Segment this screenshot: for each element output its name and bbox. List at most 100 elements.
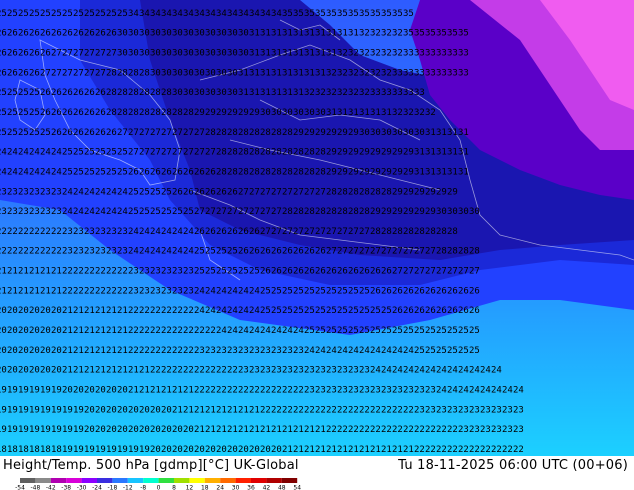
field-value: 23	[172, 286, 183, 296]
field-value: 22	[414, 445, 425, 455]
field-value: 25	[260, 286, 271, 296]
footer-bar: Height/Temp. 500 hPa [gdmp][°C] UK-Globa…	[0, 456, 634, 490]
field-value: 32	[381, 29, 392, 39]
field-value: 21	[62, 306, 73, 316]
field-value: 28	[238, 167, 249, 177]
field-value: 28	[370, 187, 381, 197]
field-value: 21	[62, 326, 73, 336]
field-value: 24	[205, 286, 216, 296]
field-value: 27	[84, 48, 95, 58]
field-value: 24	[370, 346, 381, 356]
field-value: 27	[172, 148, 183, 158]
field-value: 23	[326, 386, 337, 396]
field-value: 21	[183, 386, 194, 396]
field-value: 22	[348, 405, 359, 415]
field-value: 28	[260, 167, 271, 177]
field-value: 24	[216, 286, 227, 296]
field-value: 21	[73, 326, 84, 336]
field-value: 24	[0, 148, 7, 158]
field-value: 35	[337, 9, 348, 19]
field-value: 23	[18, 207, 29, 217]
field-value: 23	[458, 425, 469, 435]
weather-map[interactable]: 2525252525252525252525253434343434343434…	[0, 0, 634, 456]
field-value: 21	[40, 267, 51, 277]
field-value: 28	[205, 128, 216, 138]
field-value: 19	[62, 425, 73, 435]
field-value: 27	[216, 207, 227, 217]
field-value: 26	[139, 167, 150, 177]
field-value: 24	[106, 207, 117, 217]
field-value: 26	[392, 306, 403, 316]
field-value: 27	[128, 148, 139, 158]
field-value: 24	[403, 366, 414, 376]
field-value: 20	[150, 425, 161, 435]
field-value: 26	[40, 48, 51, 58]
field-value: 21	[117, 366, 128, 376]
field-value: 28	[447, 247, 458, 257]
field-value: 29	[337, 128, 348, 138]
field-value: 24	[491, 366, 502, 376]
field-value: 25	[7, 128, 18, 138]
field-value: 31	[447, 148, 458, 158]
field-value: 25	[128, 207, 139, 217]
field-value: 26	[194, 227, 205, 237]
field-value: 25	[436, 346, 447, 356]
field-value: 20	[7, 366, 18, 376]
field-value: 26	[18, 29, 29, 39]
field-value: 24	[337, 346, 348, 356]
field-value: 24	[128, 247, 139, 257]
field-value: 24	[0, 167, 7, 177]
field-value: 21	[238, 405, 249, 415]
field-value: 18	[29, 445, 40, 455]
field-value: 25	[359, 286, 370, 296]
field-value: 24	[7, 148, 18, 158]
field-value: 30	[238, 29, 249, 39]
field-value: 19	[0, 425, 7, 435]
field-value: 27	[414, 267, 425, 277]
field-value: 26	[469, 306, 480, 316]
field-value: 27	[51, 68, 62, 78]
field-value: 23	[282, 346, 293, 356]
field-value: 22	[84, 267, 95, 277]
field-value: 23	[458, 405, 469, 415]
field-value: 26	[436, 306, 447, 316]
field-value: 20	[18, 346, 29, 356]
field-value: 20	[271, 445, 282, 455]
field-value: 32	[370, 48, 381, 58]
field-value: 26	[216, 187, 227, 197]
field-value: 27	[117, 128, 128, 138]
field-value: 24	[315, 346, 326, 356]
field-value: 21	[172, 386, 183, 396]
field-value: 21	[84, 306, 95, 316]
field-value: 22	[0, 227, 7, 237]
field-value: 31	[348, 108, 359, 118]
field-value: 29	[414, 207, 425, 217]
field-value: 27	[260, 227, 271, 237]
field-value: 22	[117, 267, 128, 277]
field-value: 23	[161, 267, 172, 277]
field-value: 22	[95, 267, 106, 277]
field-value: 21	[348, 445, 359, 455]
field-value: 29	[370, 148, 381, 158]
field-value: 25	[359, 326, 370, 336]
field-value: 31	[282, 29, 293, 39]
field-value: 23	[249, 346, 260, 356]
field-value: 25	[106, 167, 117, 177]
field-value: 30	[194, 48, 205, 58]
field-value: 27	[238, 187, 249, 197]
colorbar-swatch	[281, 478, 298, 483]
field-value: 35	[403, 9, 414, 19]
field-value: 23	[62, 247, 73, 257]
field-value: 19	[106, 445, 117, 455]
field-value: 20	[18, 366, 29, 376]
field-value: 25	[216, 247, 227, 257]
field-value: 24	[260, 326, 271, 336]
field-value: 26	[62, 108, 73, 118]
field-value: 23	[370, 386, 381, 396]
field-value: 19	[0, 386, 7, 396]
field-value: 30	[150, 48, 161, 58]
field-value: 21	[117, 306, 128, 316]
field-value: 20	[150, 445, 161, 455]
field-value: 28	[128, 68, 139, 78]
field-value: 21	[0, 267, 7, 277]
